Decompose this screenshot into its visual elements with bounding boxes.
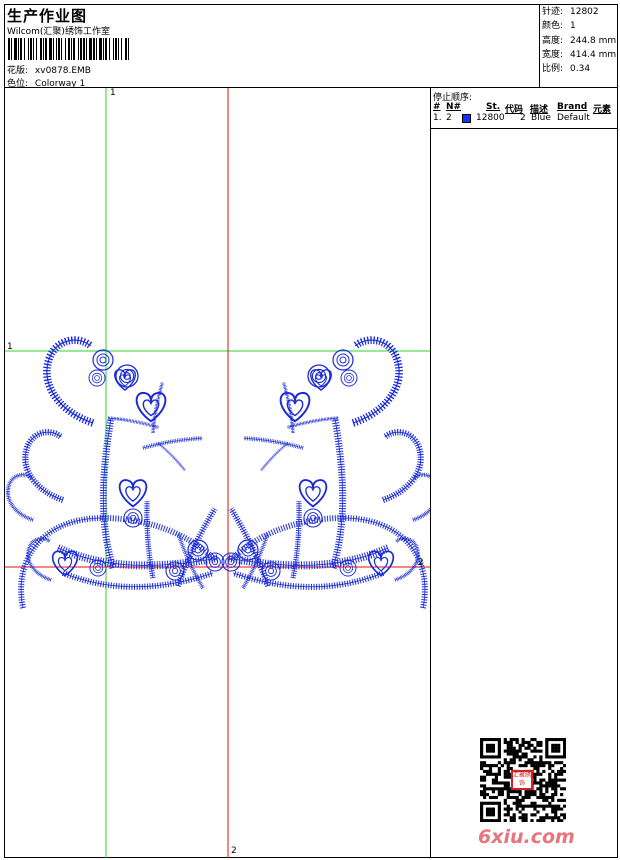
embroidery-motif-right — [222, 340, 430, 608]
table-divider — [430, 128, 618, 129]
seal-stamp: 汇聚绣饰 — [511, 770, 533, 790]
col-index: # — [433, 102, 441, 112]
stop-sequence-table: # N# St. 代码 描述 Brand 元素 1. 2 12800 2 Blu… — [433, 102, 616, 125]
spec-stitches: 针迹: 12802 — [542, 7, 599, 17]
spec-scale: 比例: 0.34 — [542, 64, 591, 75]
canvas-divider — [430, 87, 431, 858]
embroidery-motif-left — [8, 340, 224, 608]
row-needle: 2 — [446, 113, 452, 123]
embroidery-preview — [5, 88, 430, 858]
spec-width: 宽度: 414.4 mm — [542, 49, 617, 60]
axis-marker-right: 2 — [418, 558, 424, 568]
design-canvas — [5, 88, 430, 858]
axis-marker-bottom: 2 — [231, 846, 237, 856]
row-brand: Default — [557, 113, 590, 123]
row-code: 2 — [520, 113, 526, 123]
color-swatch — [462, 114, 471, 123]
row-description: Blue — [531, 113, 551, 123]
table-header: # N# St. 代码 描述 Brand 元素 — [433, 102, 616, 115]
design-file: 花版: xv0878.EMB — [7, 63, 91, 76]
design-value: xv0878.EMB — [34, 66, 91, 76]
company-name: Wilcom(汇聚)绣饰工作室 — [7, 27, 110, 37]
col-stitches: St. — [486, 102, 501, 112]
barcode — [8, 38, 129, 60]
design-label: 花版: — [7, 66, 29, 76]
spec-divider — [539, 4, 540, 88]
col-needle: N# — [446, 102, 462, 112]
brand-watermark: 6xiu.com — [478, 826, 575, 848]
axis-marker-left: 1 — [7, 342, 13, 352]
col-brand: Brand — [557, 102, 588, 112]
spec-list: 针迹: 12802 颜色: 1 高度: 244.8 mm 宽度: 414.4 mm 比例… — [542, 5, 616, 76]
spec-colors: 颜色: 1 — [542, 21, 576, 32]
spec-height: 高度: 244.8 mm — [542, 35, 617, 46]
sheet-title: 生产作业图 — [7, 7, 88, 25]
table-row: 1. 2 12800 2 Blue Default — [433, 113, 616, 125]
row-index: 1. — [433, 113, 442, 123]
axis-marker-top: 1 — [110, 88, 116, 98]
row-stitches: 12800 — [476, 113, 505, 123]
